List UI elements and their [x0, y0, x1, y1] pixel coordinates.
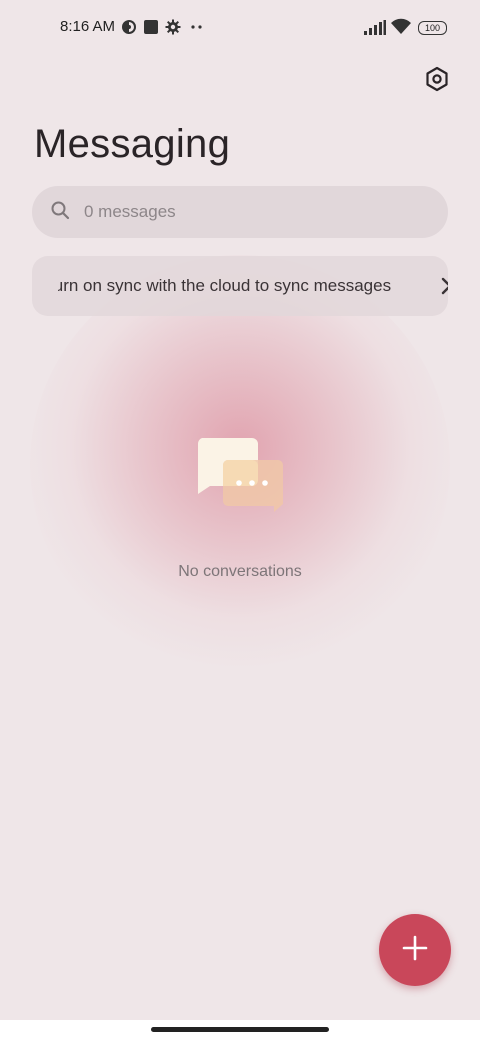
- chevron-right-icon: [436, 256, 448, 316]
- status-bar: 8:16 AM 100: [0, 0, 480, 56]
- more-dots-icon: [190, 19, 204, 40]
- sync-banner[interactable]: Turn on sync with the cloud to sync mess…: [32, 256, 448, 316]
- status-time: 8:16 AM: [60, 18, 116, 35]
- signal-icon: [364, 20, 386, 40]
- new-conversation-button[interactable]: [379, 914, 451, 986]
- battery-icon: 100: [418, 21, 447, 35]
- gear-icon: [165, 19, 181, 40]
- square-notification-icon: [143, 19, 159, 40]
- sync-banner-text-container: Turn on sync with the cloud to sync mess…: [58, 256, 424, 316]
- page-title: Messaging: [34, 122, 231, 166]
- vpn-icon: [121, 19, 137, 40]
- home-gesture-handle[interactable]: [151, 1027, 329, 1032]
- search-icon: [50, 200, 70, 225]
- chat-bubbles-icon: [196, 438, 286, 518]
- navigation-bar: [0, 1020, 480, 1040]
- search-input[interactable]: [82, 201, 406, 223]
- sync-banner-text: Turn on sync with the cloud to sync mess…: [58, 276, 392, 295]
- search-bar[interactable]: [32, 186, 448, 238]
- empty-state-label: No conversations: [178, 563, 302, 580]
- settings-button[interactable]: [420, 64, 454, 98]
- wifi-icon: [390, 18, 412, 40]
- plus-icon: [402, 935, 428, 966]
- hex-settings-icon: [424, 66, 450, 97]
